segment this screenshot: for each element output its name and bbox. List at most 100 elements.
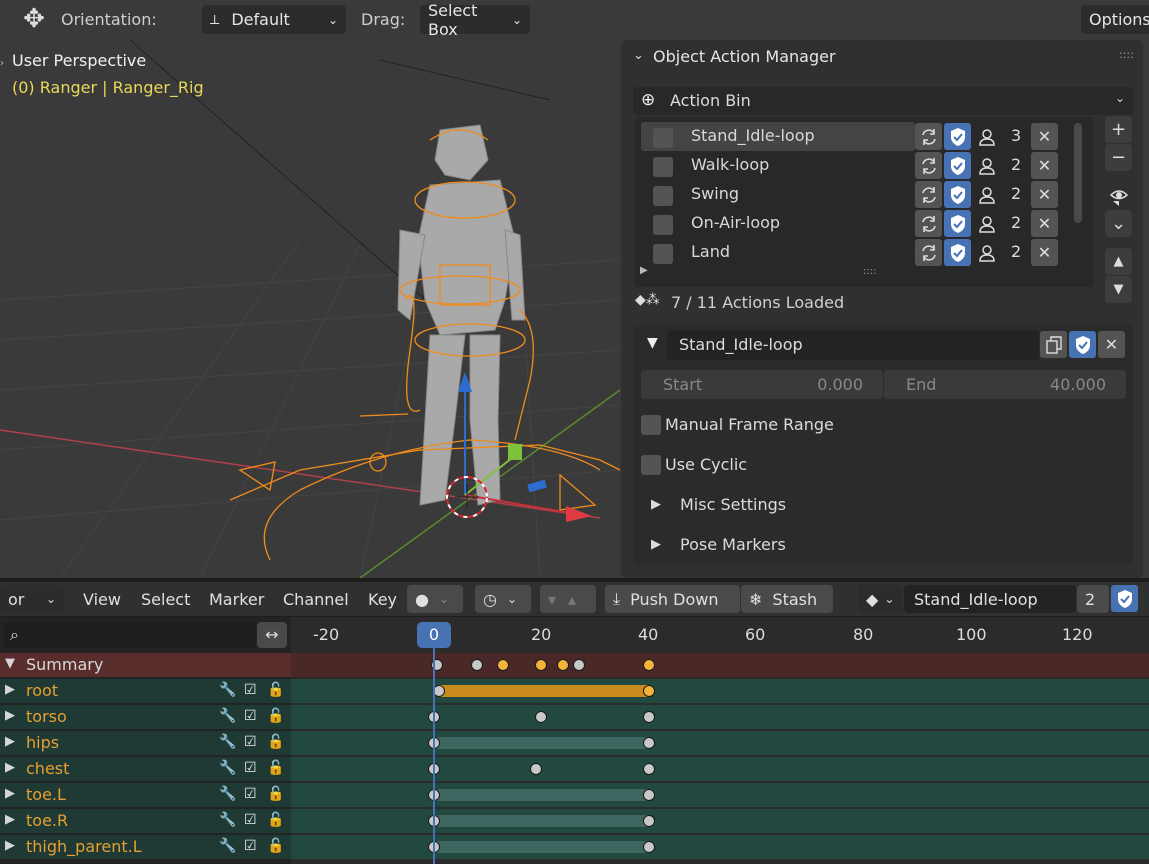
expand-triangle-icon[interactable]: ▶ — [5, 786, 15, 801]
wrench-icon[interactable]: 🔧 — [219, 760, 236, 776]
sidebar-toggle-icon[interactable]: › — [0, 58, 4, 69]
keyframe[interactable] — [643, 737, 655, 749]
keyframe[interactable] — [643, 685, 655, 697]
list-item[interactable]: Walk-loop — [641, 151, 915, 180]
keyframe[interactable] — [530, 763, 542, 775]
checkbox-icon[interactable]: ☑ — [244, 760, 257, 776]
resize-handle-icon[interactable]: :::: — [863, 266, 876, 277]
move-down-icon[interactable]: ▼ — [1105, 276, 1132, 303]
list-item[interactable]: Stand_Idle-loop — [641, 122, 915, 151]
cyclic-toggle-icon[interactable] — [915, 239, 942, 266]
remove-action-icon[interactable]: ✕ — [1031, 181, 1058, 208]
action-checkbox[interactable] — [653, 128, 673, 148]
channel-row[interactable]: ▶ torso 🔧 ☑ 🔓 — [0, 705, 291, 729]
transform-pivot-icon[interactable]: ✥ — [18, 4, 50, 36]
action-bin-dropdown[interactable]: ⊕ Action Bin ⌄ — [633, 87, 1133, 115]
action-checkbox[interactable] — [653, 186, 673, 206]
keyframe[interactable] — [573, 659, 585, 671]
checkbox-icon[interactable]: ☑ — [244, 838, 257, 854]
copy-action-icon[interactable] — [1040, 331, 1067, 358]
eye-filter-icon[interactable] — [1105, 182, 1132, 209]
wrench-icon[interactable]: 🔧 — [219, 786, 236, 802]
fake-user-shield-icon[interactable] — [944, 210, 971, 237]
menu-channel[interactable]: Channel — [283, 585, 349, 613]
orientation-dropdown[interactable]: ⟂ Default ⌄ — [202, 5, 346, 34]
keyframe[interactable] — [535, 711, 547, 723]
remove-action-icon[interactable]: ✕ — [1031, 239, 1058, 266]
channel-row[interactable]: ▶ chest 🔧 ☑ 🔓 — [0, 757, 291, 781]
channel-search-input[interactable]: ⌕ — [4, 622, 256, 648]
swap-direction-icon[interactable]: ↔ — [257, 622, 287, 648]
manual-frame-range-checkbox[interactable] — [641, 415, 661, 435]
drag-handle-icon[interactable]: :::: — [1119, 48, 1134, 61]
start-frame-field[interactable]: Start 0.000 — [641, 370, 883, 399]
fake-user-shield-icon[interactable] — [944, 239, 971, 266]
action-checkbox[interactable] — [653, 215, 673, 235]
fake-user-shield-icon[interactable] — [1111, 585, 1138, 612]
nav-keys-buttons[interactable]: ▾ ▴ — [540, 585, 596, 613]
unlock-icon[interactable]: 🔓 — [267, 734, 284, 750]
summary-row[interactable]: ▼ Summary — [0, 653, 291, 677]
keyframe[interactable] — [643, 789, 655, 801]
unlock-icon[interactable]: 🔓 — [267, 786, 284, 802]
action-checkbox[interactable] — [653, 157, 673, 177]
menu-select[interactable]: Select — [141, 585, 190, 613]
checkbox-icon[interactable]: ☑ — [244, 734, 257, 750]
current-frame-indicator[interactable]: 0 — [417, 622, 451, 648]
keyframe[interactable] — [643, 815, 655, 827]
channel-row[interactable]: ▶ root 🔧 ☑ 🔓 — [0, 679, 291, 703]
unlock-icon[interactable]: 🔓 — [267, 838, 284, 854]
stash-button[interactable]: ❄ Stash — [741, 585, 833, 613]
chevron-down-icon[interactable]: ⌄ — [1105, 210, 1132, 237]
keyframe[interactable] — [643, 711, 655, 723]
action-browse-dropdown[interactable]: ◆ ⌄ — [858, 585, 903, 613]
action-checkbox[interactable] — [653, 244, 673, 264]
pose-markers-toggle[interactable]: ▶ Pose Markers — [647, 533, 947, 557]
channel-row[interactable]: ▶ thigh_parent.L 🔧 ☑ 🔓 — [0, 835, 291, 859]
cyclic-toggle-icon[interactable] — [915, 181, 942, 208]
use-cyclic-checkbox[interactable] — [641, 455, 661, 475]
expand-triangle-icon[interactable]: ▶ — [5, 734, 15, 749]
cyclic-toggle-icon[interactable] — [915, 123, 942, 150]
remove-action-icon[interactable]: ✕ — [1031, 210, 1058, 237]
misc-settings-toggle[interactable]: ▶ Misc Settings — [647, 493, 947, 517]
wrench-icon[interactable]: 🔧 — [219, 708, 236, 724]
menu-view[interactable]: View — [83, 585, 121, 613]
cyclic-toggle-icon[interactable] — [915, 210, 942, 237]
expand-triangle-icon[interactable]: ▶ — [5, 682, 15, 697]
unlock-icon[interactable]: 🔓 — [267, 812, 284, 828]
action-name-field[interactable]: Stand_Idle-loop — [667, 330, 1039, 360]
list-scrollbar[interactable] — [1074, 123, 1082, 223]
list-item[interactable]: Land — [641, 238, 915, 267]
wrench-icon[interactable]: 🔧 — [219, 734, 236, 750]
keying-dropdown[interactable]: ● ⌄ — [407, 585, 463, 613]
channel-row[interactable]: ▶ toe.R 🔧 ☑ 🔓 — [0, 809, 291, 833]
checkbox-icon[interactable]: ☑ — [244, 682, 257, 698]
unlink-action-icon[interactable]: ✕ — [1098, 331, 1125, 358]
menu-key[interactable]: Key — [368, 585, 397, 613]
keyframe[interactable] — [471, 659, 483, 671]
keyframe[interactable] — [557, 659, 569, 671]
move-up-icon[interactable]: ▲ — [1105, 248, 1132, 275]
wrench-icon[interactable]: 🔧 — [219, 812, 236, 828]
fake-user-shield-icon[interactable] — [944, 152, 971, 179]
fake-user-shield-icon[interactable] — [944, 123, 971, 150]
expand-triangle-icon[interactable]: ▶ — [5, 838, 15, 853]
chevron-down-icon[interactable]: ⌄ — [633, 48, 644, 63]
action-list[interactable]: Stand_Idle-loop Walk-loop Swing On-Air-l… — [635, 117, 1093, 287]
fake-user-shield-icon[interactable] — [1069, 331, 1096, 358]
channel-row[interactable]: ▶ toe.L 🔧 ☑ 🔓 — [0, 783, 291, 807]
keyframe[interactable] — [535, 659, 547, 671]
collapse-triangle-icon[interactable]: ▼ — [647, 335, 658, 351]
collapse-triangle-icon[interactable]: ▼ — [5, 656, 15, 671]
unlock-icon[interactable]: 🔓 — [267, 682, 284, 698]
fake-user-shield-icon[interactable] — [944, 181, 971, 208]
options-button[interactable]: Options — [1081, 5, 1149, 34]
expand-triangle-icon[interactable]: ▶ — [5, 708, 15, 723]
menu-marker[interactable]: Marker — [209, 585, 264, 613]
unlock-icon[interactable]: 🔓 — [267, 708, 284, 724]
editor-mode-dropdown[interactable]: or ⌄ — [0, 585, 64, 613]
expand-triangle-icon[interactable]: ▶ — [5, 812, 15, 827]
checkbox-icon[interactable]: ☑ — [244, 812, 257, 828]
checkbox-icon[interactable]: ☑ — [244, 708, 257, 724]
